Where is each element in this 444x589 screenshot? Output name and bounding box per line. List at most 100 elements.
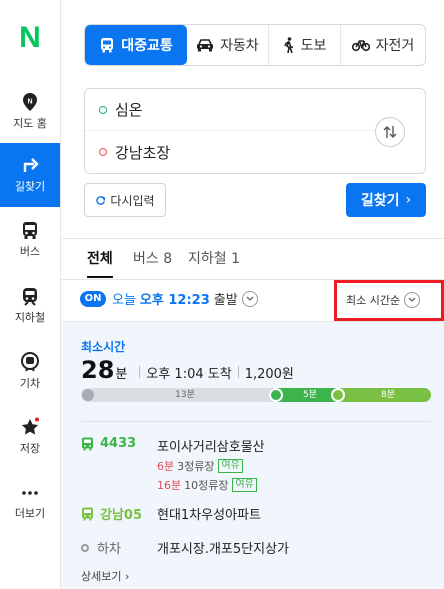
transport-mode-tabs: 대중교통 자동차 도보 자전거 xyxy=(84,24,426,66)
sidebar-item-subway[interactable]: 지하철 xyxy=(0,274,60,338)
bus-icon xyxy=(331,388,345,402)
sidebar-item-label: 기차 xyxy=(19,377,41,390)
search-route-button[interactable]: 길찾기 › xyxy=(346,183,426,217)
end-input[interactable]: 강남초장 xyxy=(85,131,375,173)
reset-button[interactable]: 다시입력 xyxy=(84,183,166,217)
tab-bus[interactable]: 버스 8 xyxy=(133,248,172,278)
tab-label: 대중교통 xyxy=(121,38,173,54)
svg-text:N: N xyxy=(27,99,32,106)
start-input[interactable]: 심온 xyxy=(85,89,375,131)
tab-label: 자전거 xyxy=(375,38,415,54)
getoff-dot-icon xyxy=(81,543,89,552)
bike-icon xyxy=(351,40,370,52)
detail-link[interactable]: 상세보기 › xyxy=(81,568,129,584)
sidebar-item-label: 저장 xyxy=(19,442,41,455)
sidebar-item-label: 지하철 xyxy=(14,311,46,324)
separator xyxy=(237,366,239,378)
start-value: 심온 xyxy=(115,101,143,119)
naver-logo[interactable]: N xyxy=(0,22,60,54)
route-input-box: 심온 강남초장 xyxy=(84,88,426,174)
departure-day: 오늘 xyxy=(112,293,136,308)
sidebar-item-map-home[interactable]: N 지도 홈 xyxy=(0,80,60,144)
tab-label: 전체 xyxy=(87,251,113,267)
congestion-badge: 여유 xyxy=(232,478,257,492)
bus-segment-2: 8분 xyxy=(331,388,431,402)
route-result-card[interactable]: 최소시간 28 분 오후 1:04 도착 1,200원 13분 8분 5분 44… xyxy=(61,322,444,589)
directions-icon xyxy=(23,158,39,172)
bus-route-number: 강남05 xyxy=(100,508,143,523)
arrival-minutes: 6분 xyxy=(157,460,175,473)
sidebar-item-label: 지도 홈 xyxy=(13,117,47,130)
tab-label: 버스 8 xyxy=(133,251,173,267)
departure-toggle[interactable]: ON xyxy=(80,291,106,307)
sidebar-item-bus[interactable]: 버스 xyxy=(0,208,60,272)
tab-label: 지하철 1 xyxy=(188,251,240,267)
walk-segment: 13분 xyxy=(81,388,289,402)
fare: 1,200원 xyxy=(244,367,294,382)
sidebar-item-train[interactable]: 기차 xyxy=(0,340,60,404)
map-pin-icon: N xyxy=(23,93,37,111)
sidebar-item-directions[interactable]: 길찾기 xyxy=(0,143,60,207)
arrival-time: 오후 1:04 도착 xyxy=(146,367,232,382)
tab-label: 도보 xyxy=(300,38,327,54)
tab-subway[interactable]: 지하철 1 xyxy=(188,248,240,278)
sidebar-item-label: 길찾기 xyxy=(14,180,46,193)
subway-icon xyxy=(23,288,37,306)
bus-route-number: 4433 xyxy=(100,436,137,451)
sort-label: 최소 시간순 xyxy=(346,294,401,307)
sort-dropdown[interactable]: 최소 시간순 xyxy=(346,290,421,310)
route-timeline-bar: 13분 8분 5분 xyxy=(81,388,431,402)
departure-time: 오후 12:23 xyxy=(139,293,210,308)
refresh-icon xyxy=(96,195,106,205)
bus-route-badge[interactable]: 4433 xyxy=(81,436,136,451)
bus-icon xyxy=(101,38,114,53)
tab-transit[interactable]: 대중교통 xyxy=(85,25,187,65)
chevron-down-icon xyxy=(241,290,258,307)
tab-all[interactable]: 전체 xyxy=(87,248,113,278)
swap-arrows-icon xyxy=(383,126,397,138)
reset-label: 다시입력 xyxy=(110,193,155,208)
start-dot-icon xyxy=(99,105,107,114)
arrival-stops: 3정류장 xyxy=(177,460,215,473)
more-icon xyxy=(22,491,38,495)
sidebar-item-label: 버스 xyxy=(19,245,41,258)
chevron-down-icon xyxy=(404,292,421,308)
total-minutes: 28 xyxy=(81,356,115,384)
arrival-minutes: 16분 xyxy=(157,479,182,492)
chevron-right-icon: › xyxy=(124,570,130,583)
sort-highlight: 최소 시간순 xyxy=(334,280,444,321)
end-dot-icon xyxy=(99,148,107,156)
segment-label: 13분 xyxy=(175,390,195,400)
chevron-right-icon: › xyxy=(405,192,412,208)
minutes-unit: 분 xyxy=(115,367,128,382)
tab-walk[interactable]: 도보 xyxy=(269,25,341,65)
sidebar-item-label: 더보기 xyxy=(14,507,46,520)
tab-car[interactable]: 자동차 xyxy=(187,25,269,65)
sidebar-item-saved[interactable]: 저장 xyxy=(0,405,60,469)
bus-route-badge[interactable]: 강남05 xyxy=(81,504,142,523)
sidebar-item-more[interactable]: 더보기 xyxy=(0,470,60,534)
getoff-stop: 개포시장.개포5단지상가 xyxy=(157,542,290,557)
segment-label: 8분 xyxy=(380,390,395,400)
departure-time-selector[interactable]: 오늘 오후 12:23 출발 xyxy=(112,289,258,308)
arrival-info: 6분 3정류장 여유 xyxy=(157,458,243,474)
tab-bike[interactable]: 자전거 xyxy=(341,25,425,65)
getoff-label: 하차 xyxy=(81,538,121,557)
end-value: 강남초장 xyxy=(115,143,171,162)
train-icon xyxy=(21,352,39,372)
bus-icon xyxy=(269,388,283,402)
walk-icon xyxy=(283,37,293,53)
star-icon xyxy=(21,417,39,435)
search-label: 길찾기 xyxy=(360,193,400,209)
tab-label: 자동차 xyxy=(220,38,259,54)
section-divider xyxy=(61,238,444,239)
boarding-stop: 현대1차우성아파트 xyxy=(157,508,261,523)
arrival-info: 16분 10정류장 여유 xyxy=(157,477,257,493)
getoff-text: 하차 xyxy=(97,542,121,557)
swap-route-button[interactable] xyxy=(375,117,405,147)
sidebar: N N 지도 홈 길찾기 버스 지하철 기차 저장 더보기 xyxy=(0,0,61,589)
result-badge: 최소시간 xyxy=(81,340,126,354)
bus-icon xyxy=(23,222,37,239)
card-divider xyxy=(81,421,431,422)
detail-label: 상세보기 xyxy=(81,570,122,583)
